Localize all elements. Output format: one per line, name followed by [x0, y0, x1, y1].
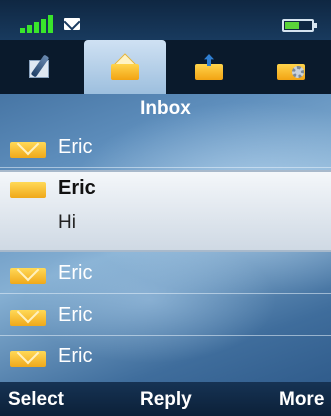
envelope-icon — [64, 18, 80, 30]
phone-screen: Inbox Eric Eric Hi Eric Eric Eric Select… — [0, 0, 331, 416]
signal-bars-icon — [20, 15, 54, 33]
envelope-icon — [10, 142, 46, 158]
more-softkey[interactable]: More — [279, 389, 324, 411]
message-row[interactable]: Eric — [0, 296, 331, 336]
message-row[interactable]: Eric — [0, 254, 331, 294]
tab-outbox[interactable] — [168, 40, 250, 94]
envelope-icon — [10, 351, 46, 367]
message-preview: Hi — [58, 212, 76, 233]
mail-settings-icon — [275, 54, 307, 80]
envelope-icon — [10, 268, 46, 284]
outbox-icon — [193, 54, 225, 80]
tab-bar — [0, 40, 331, 94]
page-title: Inbox — [140, 98, 191, 119]
message-sender: Eric — [58, 345, 93, 367]
battery-icon — [282, 19, 317, 32]
message-sender: Eric — [58, 262, 93, 284]
tab-inbox[interactable] — [84, 40, 166, 94]
message-row-selected[interactable]: Eric Hi — [0, 170, 331, 252]
envelope-icon — [10, 182, 46, 198]
select-softkey[interactable]: Select — [8, 389, 64, 411]
battery-level — [285, 22, 299, 29]
reply-softkey[interactable]: Reply — [140, 389, 192, 411]
message-sender: Eric — [58, 177, 96, 199]
message-sender: Eric — [58, 136, 93, 158]
envelope-icon — [10, 310, 46, 326]
status-bar — [0, 0, 331, 40]
tab-mail-settings[interactable] — [250, 40, 331, 94]
message-sender: Eric — [58, 304, 93, 326]
tab-compose[interactable] — [0, 40, 82, 94]
inbox-icon — [109, 53, 141, 80]
softkey-bar: Select Reply More — [0, 382, 331, 416]
message-row[interactable]: Eric — [0, 337, 331, 377]
message-row[interactable]: Eric — [0, 128, 331, 168]
compose-icon — [25, 54, 57, 80]
